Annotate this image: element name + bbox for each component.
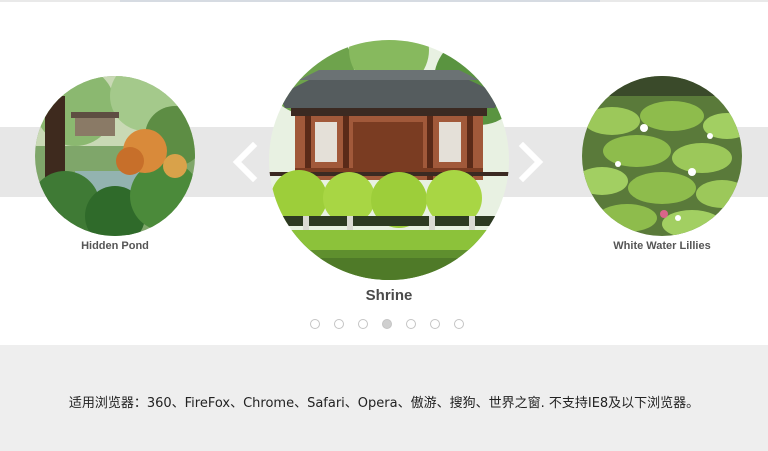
slide-white-water-lillies[interactable] — [582, 76, 742, 236]
shrine-image — [269, 40, 509, 280]
pagination-dot-5[interactable] — [406, 319, 416, 329]
top-rule-accent — [120, 0, 600, 2]
footer: 适用浏览器：360、FireFox、Chrome、Safari、Opera、傲游… — [0, 345, 768, 451]
slide-caption-shrine: Shrine — [365, 287, 413, 304]
slide-caption-hidden-pond: Hidden Pond — [81, 240, 149, 252]
next-slide-button[interactable] — [517, 142, 545, 182]
pagination-dot-4[interactable] — [382, 319, 392, 329]
chevron-left-icon — [232, 142, 258, 182]
carousel-pagination — [310, 319, 470, 331]
slide-hidden-pond[interactable] — [35, 76, 195, 236]
pagination-dot-7[interactable] — [454, 319, 464, 329]
water-lillies-image — [582, 76, 742, 236]
pagination-dot-2[interactable] — [334, 319, 344, 329]
top-rule — [0, 0, 768, 2]
pagination-dot-1[interactable] — [310, 319, 320, 329]
pagination-dot-3[interactable] — [358, 319, 368, 329]
hidden-pond-image — [35, 76, 195, 236]
pagination-dot-6[interactable] — [430, 319, 440, 329]
browser-support-note: 适用浏览器：360、FireFox、Chrome、Safari、Opera、傲游… — [68, 396, 700, 411]
slide-caption-white-water-lillies: White Water Lillies — [613, 240, 711, 252]
slide-shrine[interactable] — [269, 40, 509, 280]
chevron-right-icon — [518, 142, 544, 182]
prev-slide-button[interactable] — [231, 142, 259, 182]
